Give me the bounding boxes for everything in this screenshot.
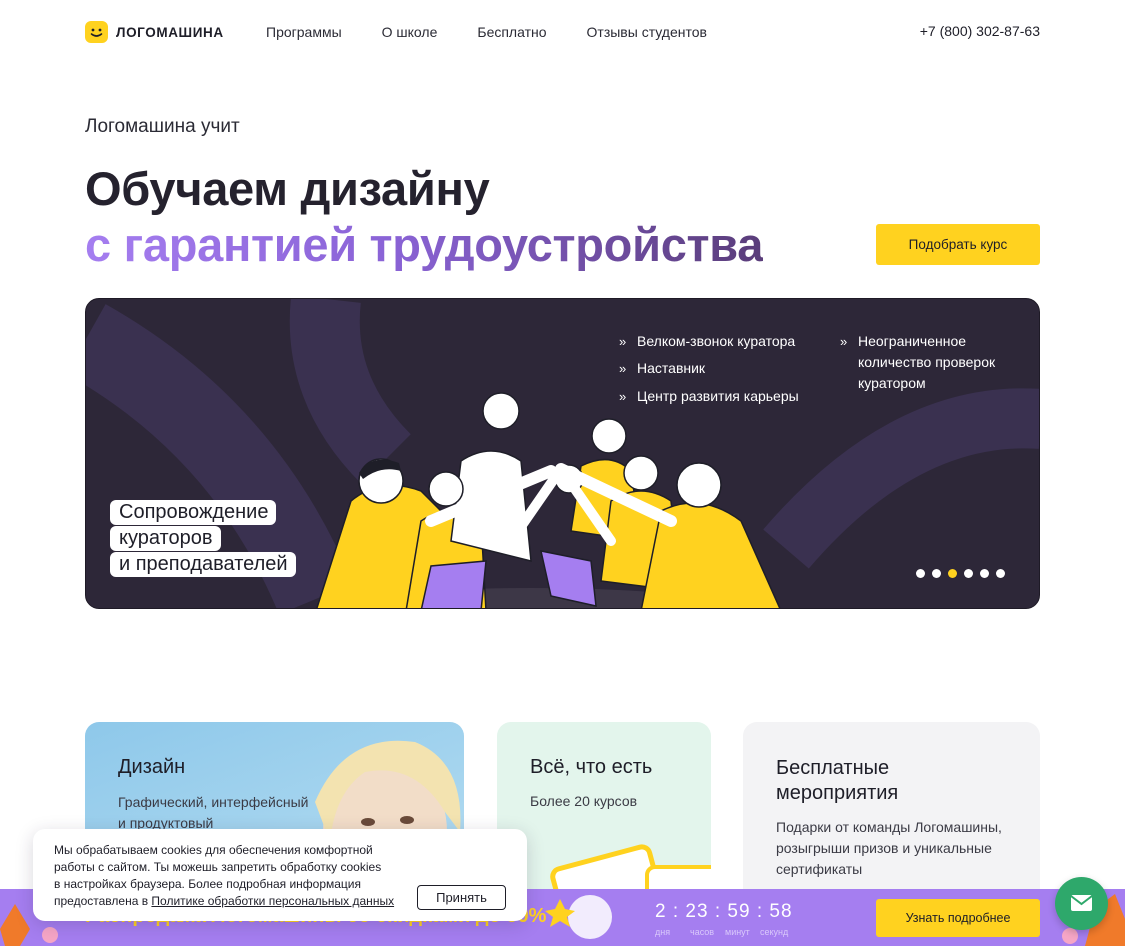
slider-dot[interactable]	[980, 569, 989, 578]
caption-line: кураторов	[110, 526, 221, 551]
timer-hours: 23	[685, 901, 709, 922]
caption-line: и преподавателей	[110, 552, 296, 577]
slider-dots	[916, 569, 1005, 578]
timer-seconds: 58	[769, 901, 793, 922]
chevron-double-right-icon: »	[840, 334, 848, 349]
timer-minutes: 59	[727, 901, 751, 922]
timer-labels: дня часов минут секунд	[655, 927, 795, 937]
card-title-line: Бесплатные	[776, 757, 890, 779]
card-subtitle-line: Графический, интерфейсный	[118, 794, 309, 810]
site-header: ЛОГОМАШИНА Программы О школе Бесплатно О…	[85, 14, 1040, 50]
privacy-policy-link[interactable]: Политике обработки персональных данных	[151, 894, 394, 908]
feature-unlimited-reviews: » Неограниченное количество проверок кур…	[840, 331, 996, 394]
feature-label: Наставник	[637, 360, 706, 376]
pick-course-button[interactable]: Подобрать курс	[876, 224, 1040, 265]
team-high-five-illustration	[316, 392, 781, 608]
feature-label: Неограниченное	[858, 333, 967, 349]
logo-smile-icon	[85, 21, 108, 43]
card-title: Всё, что есть	[530, 756, 653, 778]
feature-mentor: » Наставник	[619, 358, 706, 379]
mail-icon	[1070, 895, 1093, 911]
slider-dot[interactable]	[916, 569, 925, 578]
card-subtitle-line: розыгрыши призов и уникальные	[776, 840, 992, 856]
hero-title: Обучаем дизайну	[85, 162, 490, 215]
main-nav: Программы О школе Бесплатно Отзывы студе…	[266, 24, 747, 40]
card-title: Бесплатные мероприятия	[776, 756, 898, 806]
slider-dot[interactable]	[996, 569, 1005, 578]
logo-text: ЛОГОМАШИНА	[116, 24, 224, 40]
feature-label: количество проверок	[858, 354, 996, 370]
feature-label: куратором	[858, 375, 926, 391]
learn-more-button[interactable]: Узнать подробнее	[876, 899, 1040, 937]
feature-label: Велком-звонок куратора	[637, 333, 796, 349]
nav-item-programs[interactable]: Программы	[266, 24, 342, 40]
card-subtitle: Более 20 курсов	[530, 793, 638, 809]
timer-days: 2	[655, 901, 667, 922]
nav-item-free[interactable]: Бесплатно	[477, 24, 546, 40]
cookie-banner: Мы обрабатываем cookies для обеспечения …	[33, 829, 527, 921]
slider-dot[interactable]	[932, 569, 941, 578]
cookie-text-line: Мы обрабатываем cookies для обеспечения …	[54, 843, 373, 857]
phone-link[interactable]: +7 (800) 302-87-63	[920, 23, 1040, 39]
caption-line: Сопровождение	[110, 500, 277, 525]
cookie-text-line: работы с сайтом. Ты можешь запретить обр…	[54, 860, 382, 874]
chevron-double-right-icon: »	[619, 334, 627, 349]
chat-button[interactable]	[1055, 877, 1108, 930]
chevron-double-right-icon: »	[619, 389, 627, 404]
card-title: Дизайн	[118, 756, 186, 778]
card-subtitle-line: Подарки от команды Логомашины,	[776, 819, 1002, 835]
timer-label: минут	[725, 927, 750, 937]
nav-item-about[interactable]: О школе	[382, 24, 438, 40]
card-title-line: мероприятия	[776, 782, 899, 804]
hero-title-accent: с гарантией трудоустройства	[85, 218, 764, 271]
logo[interactable]: ЛОГОМАШИНА	[85, 21, 224, 43]
card-subtitle-line: сертификаты	[776, 861, 863, 877]
timer-label: секунд	[760, 927, 789, 937]
accept-cookies-button[interactable]: Принять	[417, 885, 506, 910]
slider-dot[interactable]	[964, 569, 973, 578]
timer-label: дня	[655, 927, 671, 937]
cookie-text: Мы обрабатываем cookies для обеспечения …	[54, 842, 414, 910]
hero-eyebrow: Логомашина учит	[85, 116, 240, 137]
nav-item-reviews[interactable]: Отзывы студентов	[587, 24, 707, 40]
slider-dot-active[interactable]	[948, 569, 957, 578]
feature-welcome-call: » Велком-звонок куратора	[619, 331, 796, 352]
feature-career-center: » Центр развития карьеры	[619, 386, 799, 407]
feature-label: Центр развития карьеры	[637, 388, 799, 404]
timer-label: часов	[690, 927, 715, 937]
banner-caption: Сопровождение кураторов и преподавателей	[110, 500, 296, 578]
card-subtitle: Графический, интерфейсный и продуктовый	[118, 792, 308, 834]
hero-banner: » Велком-звонок куратора » Наставник » Ц…	[85, 298, 1040, 609]
cookie-text-line: предоставлена в	[54, 894, 152, 908]
card-subtitle: Подарки от команды Логомашины, розыгрыши…	[776, 817, 1002, 880]
chevron-double-right-icon: »	[619, 361, 627, 376]
cookie-text-line: в настройках браузера. Более подробная и…	[54, 877, 362, 891]
countdown-timer: 2 : 23 : 59 : 58	[655, 901, 793, 922]
